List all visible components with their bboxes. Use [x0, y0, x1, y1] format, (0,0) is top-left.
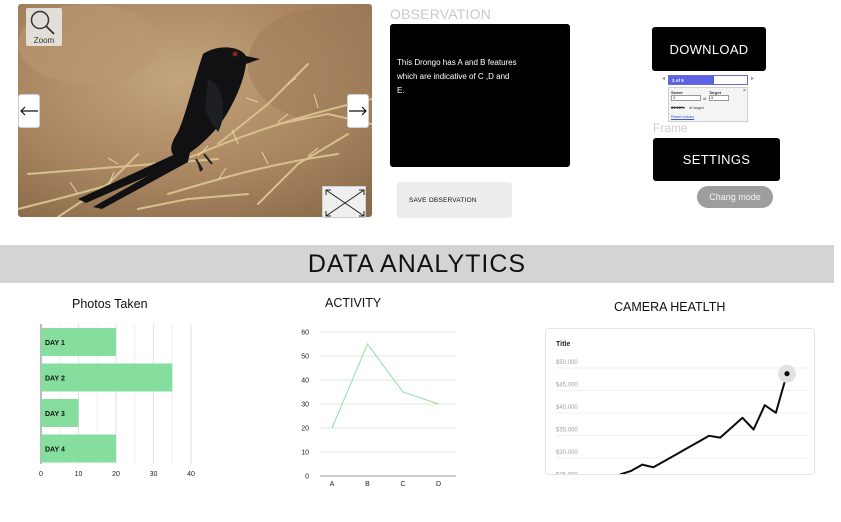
y-tick-label: 10 [301, 450, 309, 457]
card-title: Title [556, 341, 570, 348]
y-tick-label: $35,000 [556, 428, 578, 434]
y-tick-label: 50 [301, 354, 309, 361]
y-tick-label: 0 [305, 474, 309, 481]
change-mode-button[interactable]: Chang mode [697, 186, 773, 208]
pager-progress[interactable]: 3 of 5 [668, 75, 748, 85]
bar-label: DAY 1 [45, 340, 65, 347]
x-tick-label: D [436, 481, 441, 488]
activity-title: ACTIVITY [325, 296, 382, 310]
y-tick-label: $50,000 [556, 360, 578, 366]
pager-percent: 60.00% [671, 105, 685, 110]
bar-label: DAY 3 [45, 411, 65, 418]
x-tick-label: 20 [112, 471, 120, 478]
arrow-right-icon [349, 106, 367, 116]
x-tick-label: 30 [150, 471, 158, 478]
camera-health-card: Title $50,000 $45,000 $40,000 $35,000 $30,000… [545, 328, 815, 475]
x-tick-label: A [330, 481, 335, 488]
y-tick-label: $30,000 [556, 450, 578, 456]
drongo-image [18, 4, 372, 217]
previous-image-button[interactable] [18, 94, 40, 128]
pager-progress-fill: 3 of 5 [669, 76, 715, 84]
observation-textbox[interactable]: This Drongo has A and B features which a… [390, 24, 570, 167]
y-tick-label: 20 [301, 426, 309, 433]
pager-current-input[interactable]: 3 [671, 95, 701, 101]
y-tick-label: $40,000 [556, 405, 578, 411]
observation-text: This Drongo has A and B features which a… [397, 58, 517, 95]
pager-panel: Sweet Target × 3 of 5 60.00% of target R… [668, 87, 748, 122]
activity-chart: 0 10 20 30 40 50 60 A B C D [301, 330, 456, 488]
bar-label: DAY 2 [45, 376, 65, 383]
y-tick-label: 40 [301, 378, 309, 385]
x-tick-label: 0 [39, 471, 43, 478]
last-point-marker [784, 371, 790, 377]
pager-percent-suffix: of target [689, 105, 704, 110]
frame-label: Frame [653, 121, 688, 135]
zoom-button[interactable]: Zoom [26, 8, 62, 46]
activity-line [331, 342, 439, 429]
y-tick-label: $25,000 [556, 473, 578, 476]
pager-of-text: of [703, 96, 707, 101]
expand-icon [325, 189, 365, 217]
arrow-left-icon [20, 106, 38, 116]
camera-health-chart: Title $50,000 $45,000 $40,000 $35,000 $30,000… [556, 341, 808, 476]
next-image-button[interactable] [347, 94, 369, 128]
fullscreen-button[interactable] [322, 186, 366, 218]
frame-pager-widget: ◂ 3 of 5 ▸ Sweet Target × 3 of 5 60.00% … [662, 74, 756, 124]
download-button[interactable]: DOWNLOAD [652, 27, 766, 71]
photos-taken-title: Photos Taken [72, 297, 148, 311]
y-tick-label: 60 [301, 330, 309, 337]
camera-health-title: CAMERA HEATLTH [614, 300, 726, 314]
pager-next-icon[interactable]: ▸ [751, 75, 754, 82]
pager-close-icon[interactable]: × [743, 88, 746, 94]
magnifier-icon [30, 10, 55, 35]
bird-photo [18, 4, 372, 217]
pager-position: 3 of 5 [672, 78, 684, 83]
pager-reset-link[interactable]: Reset values [671, 114, 694, 119]
pager-target-input[interactable]: 5 [709, 95, 729, 101]
y-tick-label: 30 [301, 402, 309, 409]
save-observation-button[interactable]: SAVE OBSERVATION [397, 182, 512, 218]
pager-prev-icon[interactable]: ◂ [662, 75, 665, 82]
x-tick-label: 10 [75, 471, 83, 478]
data-analytics-heading: DATA ANALYTICS [0, 245, 834, 283]
x-tick-label: C [400, 481, 405, 488]
observation-heading: OBSERVATION [390, 6, 491, 22]
bar-label: DAY 4 [45, 447, 65, 454]
camera-health-line [619, 373, 788, 474]
y-tick-label: $45,000 [556, 383, 578, 389]
settings-button[interactable]: SETTINGS [653, 138, 780, 181]
x-tick-label: 40 [187, 471, 195, 478]
zoom-label: Zoom [33, 36, 55, 45]
photos-taken-chart: DAY 1 DAY 2 DAY 3 DAY 4 0 10 20 30 40 [39, 324, 195, 478]
x-tick-label: B [365, 481, 370, 488]
